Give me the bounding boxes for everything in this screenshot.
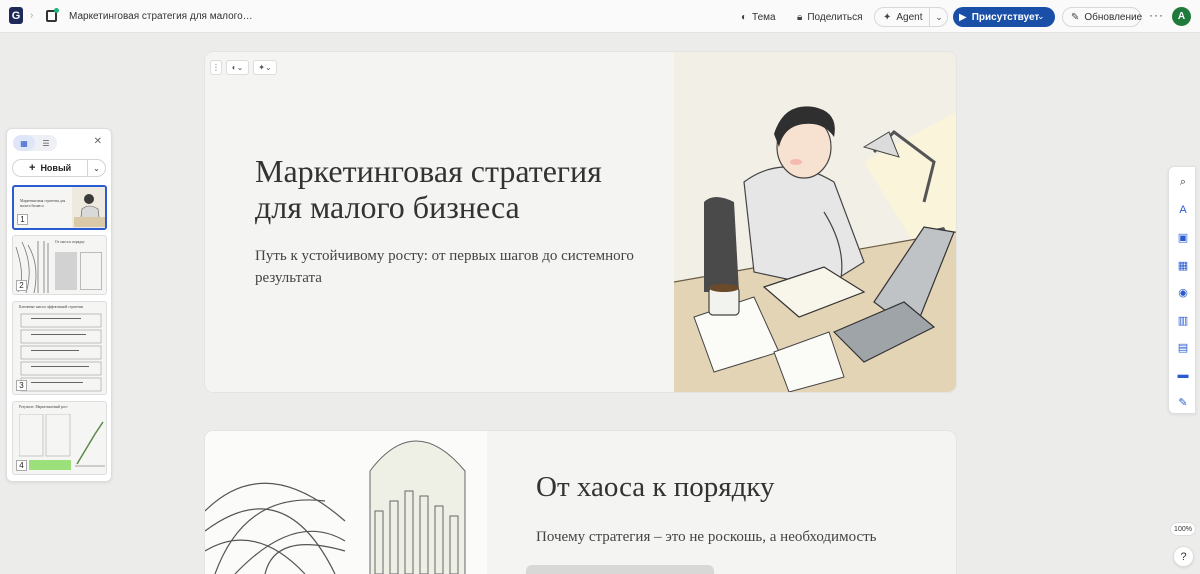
theme-button[interactable]: ◐ Тема (733, 7, 784, 27)
slide-number: 2 (16, 280, 27, 291)
slide-toolbar: ⋮ ◐ ⌄ ✦ ⌄ (210, 60, 277, 75)
slide-subtitle[interactable]: Путь к устойчивому росту: от первых шаго… (255, 245, 645, 289)
chevron-down-icon: ⌄ (265, 63, 272, 72)
thumbnail-illustration (72, 187, 105, 228)
plus-icon: + (29, 162, 36, 174)
person-writing-illustration[interactable] (674, 52, 956, 392)
slide-number: 4 (16, 460, 27, 471)
thumbnail-title: Результат: Маркетинговый рост (19, 405, 68, 409)
embed-icon[interactable]: ▬ (1175, 367, 1191, 383)
slide-number: 1 (17, 214, 28, 225)
slide-subtitle[interactable]: Почему стратегия – это не роскошь, а нео… (536, 529, 877, 546)
document-title[interactable]: Маркетинговая стратегия для малого… (69, 11, 253, 22)
thumbnail-card (55, 252, 77, 290)
app-logo[interactable]: G (9, 7, 23, 24)
update-icon: ✎ (1071, 11, 1080, 23)
zoom-level[interactable]: 100% (1170, 522, 1196, 536)
slide-thumbnail-1[interactable]: Маркетинговая стратегия для малого бизне… (12, 185, 107, 230)
agent-label: Agent (896, 11, 923, 23)
tangled-cables-illustration[interactable] (205, 431, 487, 574)
present-dropdown-chevron-icon[interactable]: ⌄ (1037, 11, 1045, 22)
user-avatar[interactable]: A (1172, 7, 1191, 26)
list-view-icon[interactable]: ☰ (35, 135, 57, 151)
edit-icon[interactable]: ✎ (1175, 394, 1191, 410)
present-label: Присутствует (971, 11, 1040, 23)
slide-thumbnail-3[interactable]: Ключевые шаги к эффективной стратегии 3 (12, 301, 107, 395)
lock-icon: 🔒︎ (797, 11, 803, 23)
slide-number: 3 (16, 380, 27, 391)
shapes-icon[interactable]: ◉ (1175, 284, 1191, 300)
thumbnail-steps (20, 313, 102, 392)
thumbnail-title: От хаоса к порядку (55, 240, 85, 244)
new-slide-button[interactable]: + Новый ⌄ (12, 159, 106, 177)
more-options-button[interactable]: ··· (1149, 8, 1164, 22)
slide-thumbnail-2[interactable]: От хаоса к порядку 2 (12, 235, 107, 295)
agent-dropdown-chevron-icon[interactable]: ⌄ (929, 7, 948, 27)
slide-thumbnail-4[interactable]: Результат: Маркетинговый рост 4 (12, 401, 107, 475)
slides-panel: ▦ ☰ ✕ + Новый ⌄ Маркетинговая стратегия … (6, 128, 112, 482)
thumbnail-card (80, 252, 102, 290)
help-button[interactable]: ? (1173, 546, 1194, 567)
chevron-down-icon: ⌄ (236, 63, 244, 72)
view-toggle: ▦ ☰ (13, 135, 57, 151)
layout-blocks-icon[interactable]: ▦ (1175, 257, 1191, 273)
text-style-icon[interactable]: A (1175, 202, 1191, 218)
slide-1[interactable]: ⋮ ◐⌄ ✦⌄ ▦ Маркетинговая стратегия для ма… (205, 52, 956, 392)
slide-2[interactable]: От хаоса к порядку Почему стратегия – эт… (205, 431, 956, 574)
play-icon: ▶ (959, 11, 967, 23)
new-slide-label: Новый (40, 163, 72, 173)
breadcrumb-chevron-icon: › (30, 10, 34, 21)
update-button[interactable]: ✎ Обновление (1062, 7, 1143, 27)
close-icon[interactable]: ✕ (94, 136, 102, 147)
slide-title[interactable]: От хаоса к порядку (536, 471, 775, 504)
search-icon[interactable]: ⌕ (1175, 174, 1191, 190)
image-icon[interactable]: ▣ (1175, 229, 1191, 245)
top-bar: G › Маркетинговая стратегия для малого… … (0, 0, 1200, 33)
ai-dropdown[interactable]: ✦ ⌄ (253, 60, 277, 75)
theme-label: Тема (752, 11, 776, 23)
share-button[interactable]: 🔒︎ Поделиться (789, 7, 871, 27)
palette-icon: ◐ (741, 11, 748, 23)
chevron-down-icon[interactable]: ⌄ (87, 160, 105, 176)
style-dropdown[interactable]: ◐ ⌄ (226, 60, 249, 75)
share-label: Поделиться (807, 11, 863, 23)
slide-title[interactable]: Маркетинговая стратегия для малого бизне… (255, 153, 655, 225)
table-icon[interactable]: ▤ (1175, 339, 1191, 355)
update-label: Обновление (1084, 11, 1143, 23)
document-icon[interactable] (46, 8, 59, 22)
sparkle-icon: ✦ (258, 63, 265, 72)
content-card[interactable] (526, 565, 714, 574)
thumbnail-content (19, 414, 105, 470)
thumbnail-title: Ключевые шаги к эффективной стратегии (19, 305, 84, 309)
sparkle-icon: ✦ (883, 11, 892, 23)
insert-toolbar: ⌕ A ▣ ▦ ◉ ▥ ▤ ▬ ✎ (1168, 166, 1196, 414)
bar-chart-icon[interactable]: ▥ (1175, 312, 1191, 328)
thumbnail-title: Маркетинговая стратегия для малого бизне… (20, 199, 66, 208)
slide-menu-icon[interactable]: ⋮ (210, 60, 222, 75)
grid-view-icon[interactable]: ▦ (13, 135, 35, 151)
